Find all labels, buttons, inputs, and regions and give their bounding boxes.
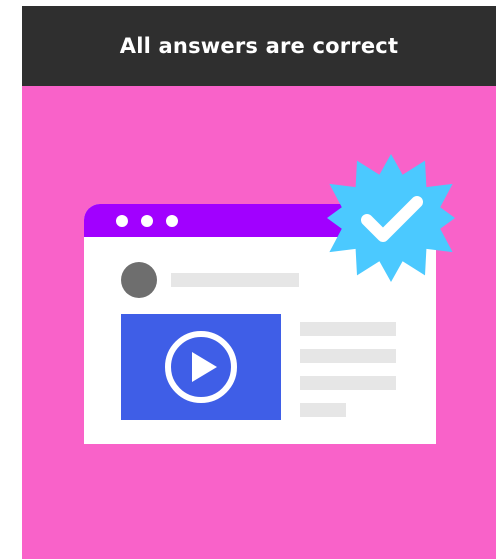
checkmark-icon: [327, 154, 455, 282]
window-dot: [116, 215, 128, 227]
avatar: [121, 262, 157, 298]
play-icon: [165, 331, 237, 403]
text-placeholder-line: [300, 403, 346, 417]
text-placeholder-line: [300, 376, 396, 390]
video-thumbnail: [121, 314, 281, 420]
result-card: All answers are correct: [22, 6, 496, 559]
text-placeholder-line: [300, 322, 396, 336]
text-placeholder-line: [171, 273, 299, 287]
window-dot: [166, 215, 178, 227]
result-title: All answers are correct: [119, 34, 399, 58]
window-dot: [141, 215, 153, 227]
result-header: All answers are correct: [22, 6, 496, 86]
text-placeholder-line: [300, 349, 396, 363]
